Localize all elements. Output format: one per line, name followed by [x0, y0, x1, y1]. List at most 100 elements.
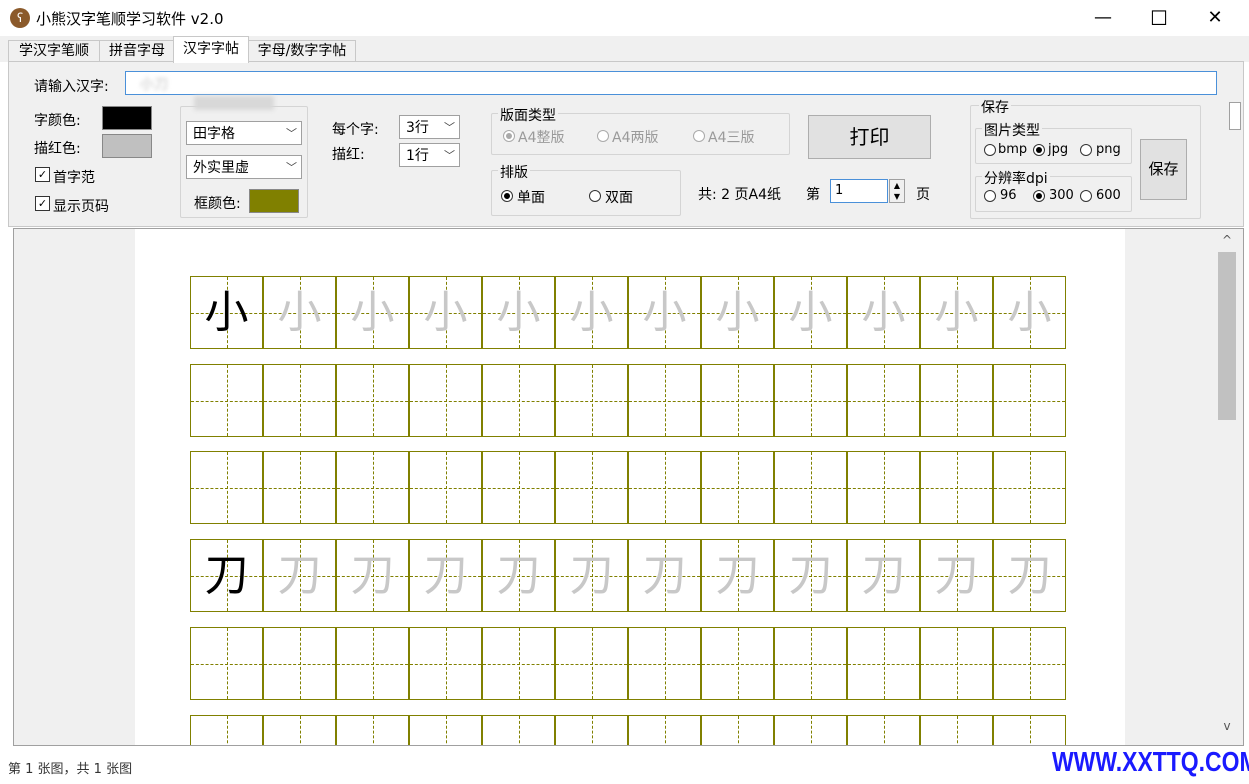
- sample-character: 小: [204, 287, 249, 338]
- tab-stroke-order[interactable]: 学汉字笔顺: [8, 40, 100, 62]
- grid-type-select[interactable]: 田字格 ﹀: [186, 121, 302, 145]
- close-icon[interactable]: ✕: [1187, 0, 1243, 36]
- trace-character: 小: [861, 287, 906, 338]
- tab-hanzi-copybook[interactable]: 汉字字帖: [173, 36, 249, 63]
- grid-cell: [774, 627, 847, 700]
- hanzi-input-value: 小刀: [140, 77, 168, 93]
- dpi-96-radio[interactable]: [984, 190, 996, 202]
- minimize-icon[interactable]: —: [1075, 0, 1131, 36]
- trace-character: 小: [496, 287, 541, 338]
- print-button[interactable]: 打印: [808, 115, 931, 159]
- total-pages-text: 共: 2 页A4纸: [698, 187, 782, 203]
- show-page-number-checkbox[interactable]: ✓: [35, 196, 50, 211]
- single-side-radio[interactable]: [501, 190, 513, 202]
- grid-cell: [847, 451, 920, 524]
- trace-character: 小: [715, 287, 760, 338]
- double-side-label: 双面: [605, 190, 633, 206]
- app-bear-icon: ʕ: [10, 8, 30, 28]
- scroll-down-icon[interactable]: v: [1218, 718, 1236, 734]
- page-stepper[interactable]: ▲ ▼: [889, 179, 905, 203]
- font-color-swatch[interactable]: [102, 106, 152, 130]
- grid-cell: [263, 451, 336, 524]
- trace-character: 刀: [423, 550, 468, 601]
- blurred-group-title: [194, 96, 274, 110]
- grid-cell: [628, 364, 701, 437]
- first-sample-checkbox[interactable]: ✓: [35, 167, 50, 182]
- grid-cell: 小: [774, 276, 847, 349]
- trace-character: 小: [934, 287, 979, 338]
- trace-rows-select[interactable]: 1行 ﹀: [399, 143, 460, 167]
- jpg-radio[interactable]: [1033, 144, 1045, 156]
- side-scroll-stub: [1229, 102, 1241, 130]
- grid-cell: 小: [263, 276, 336, 349]
- grid-cell: [190, 451, 263, 524]
- bmp-radio[interactable]: [984, 144, 996, 156]
- dpi-300-radio[interactable]: [1033, 190, 1045, 202]
- chevron-down-icon: ﹀: [444, 121, 455, 134]
- grid-cell: [701, 364, 774, 437]
- grid-cell: [847, 364, 920, 437]
- font-color-label: 字颜色:: [34, 113, 81, 129]
- grid-cell: 刀: [701, 539, 774, 612]
- trace-character: 刀: [277, 550, 322, 601]
- grid-cell: [993, 451, 1066, 524]
- maximize-icon[interactable]: ☐: [1131, 0, 1187, 36]
- scrollbar-thumb[interactable]: [1218, 252, 1236, 420]
- hanzi-input[interactable]: 小刀: [125, 71, 1217, 95]
- grid-cell: 刀: [409, 539, 482, 612]
- layout-a4-full-label: A4整版: [518, 130, 565, 146]
- frame-color-swatch[interactable]: [249, 189, 299, 213]
- trace-color-swatch[interactable]: [102, 134, 152, 158]
- grid-cell: [555, 364, 628, 437]
- grid-cell: [555, 715, 628, 745]
- layout-a4-half-radio[interactable]: [597, 130, 609, 142]
- double-side-radio[interactable]: [589, 190, 601, 202]
- grid-cell: [409, 364, 482, 437]
- grid-cell: 小: [701, 276, 774, 349]
- border-style-value: 外实里虚: [193, 160, 249, 176]
- grid-cell: [993, 715, 1066, 745]
- grid-cell: 刀: [190, 539, 263, 612]
- trace-character: 刀: [715, 550, 760, 601]
- input-label: 请输入汉字:: [34, 79, 109, 95]
- trace-character: 刀: [934, 550, 979, 601]
- grid-cell: [920, 627, 993, 700]
- trace-character: 小: [788, 287, 833, 338]
- png-radio[interactable]: [1080, 144, 1092, 156]
- grid-cell: 刀: [993, 539, 1066, 612]
- trace-character: 小: [642, 287, 687, 338]
- grid-cell: 刀: [555, 539, 628, 612]
- grid-cell: [482, 715, 555, 745]
- trace-character: 小: [277, 287, 322, 338]
- preview-area[interactable]: 小小小小小小小小小小小小刀刀刀刀刀刀刀刀刀刀刀刀: [13, 228, 1244, 746]
- grid-cell: 小: [409, 276, 482, 349]
- trace-rows-label: 描红:: [332, 147, 365, 163]
- layout-a4-third-radio[interactable]: [693, 130, 705, 142]
- grid-cell: [336, 715, 409, 745]
- border-style-select[interactable]: 外实里虚 ﹀: [186, 155, 302, 179]
- per-char-value: 3行: [406, 120, 429, 136]
- grid-cell: [409, 715, 482, 745]
- grid-cell: [920, 451, 993, 524]
- layout-a4-full-radio[interactable]: [503, 130, 515, 142]
- grid-cell: [336, 451, 409, 524]
- scroll-up-icon[interactable]: ^: [1218, 232, 1236, 248]
- grid-cell: [774, 715, 847, 745]
- trace-character: 小: [423, 287, 468, 338]
- page-suffix: 页: [916, 187, 930, 203]
- tab-letter-number-copybook[interactable]: 字母/数字字帖: [248, 40, 356, 62]
- grid-cell: [409, 451, 482, 524]
- dpi-96-label: 96: [1000, 188, 1017, 203]
- grid-cell: 刀: [336, 539, 409, 612]
- layout-a4-half-label: A4两版: [612, 130, 659, 146]
- grid-cell: [482, 364, 555, 437]
- dpi-600-radio[interactable]: [1080, 190, 1092, 202]
- save-button[interactable]: 保存: [1140, 139, 1187, 200]
- tab-pinyin[interactable]: 拼音字母: [99, 40, 175, 62]
- page-number-input[interactable]: 1: [830, 179, 888, 203]
- grid-cell: [701, 715, 774, 745]
- site-watermark: WWW.XXTTQ.COM: [1052, 746, 1249, 777]
- trace-character: 刀: [642, 550, 687, 601]
- per-char-select[interactable]: 3行 ﹀: [399, 115, 460, 139]
- grid-cell: [555, 451, 628, 524]
